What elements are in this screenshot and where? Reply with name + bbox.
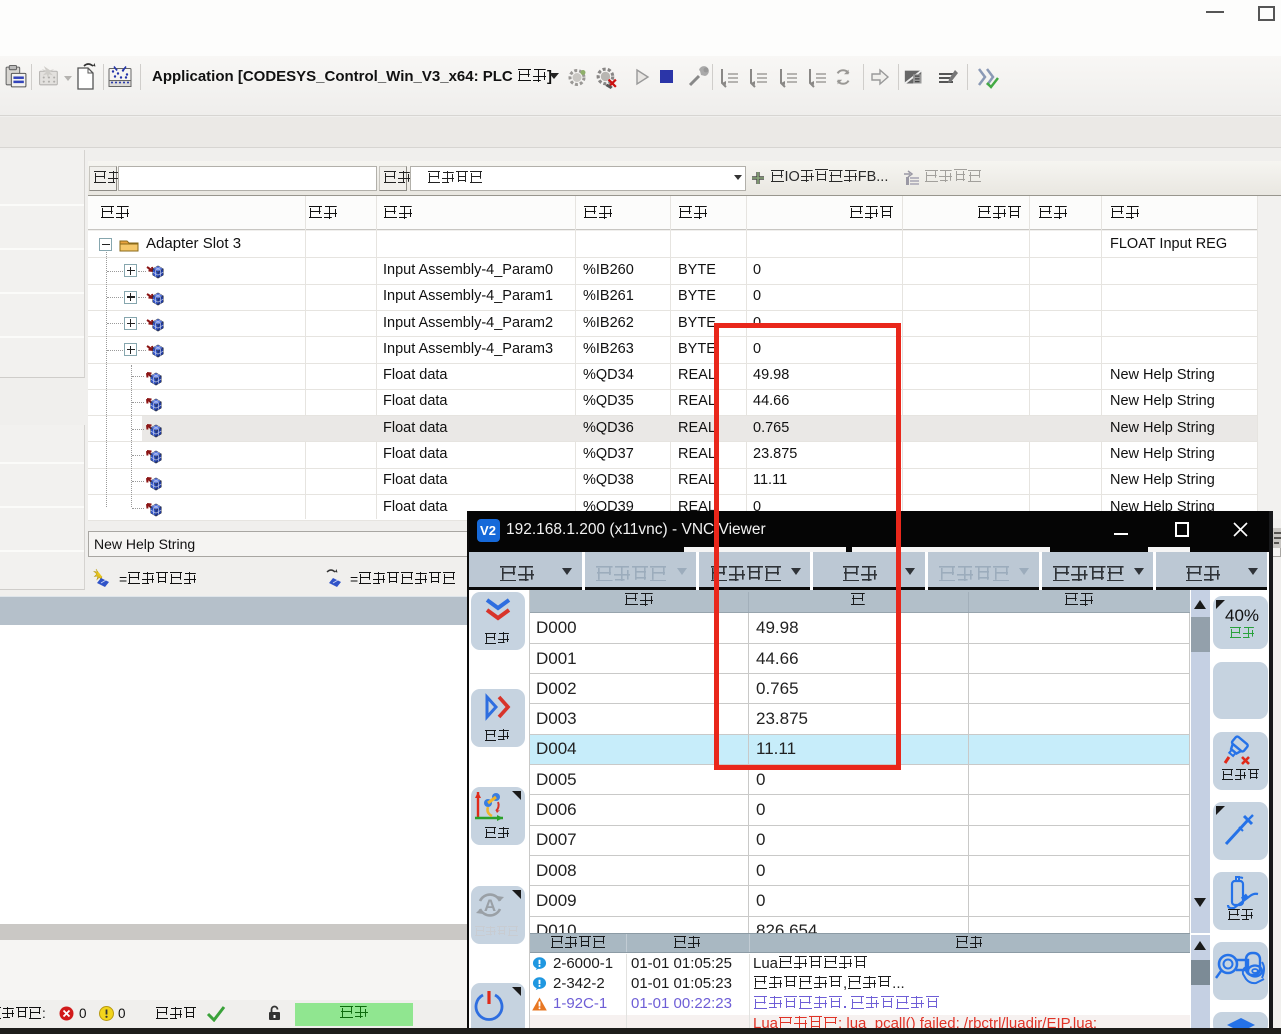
svg-text:A: A [484,896,496,915]
